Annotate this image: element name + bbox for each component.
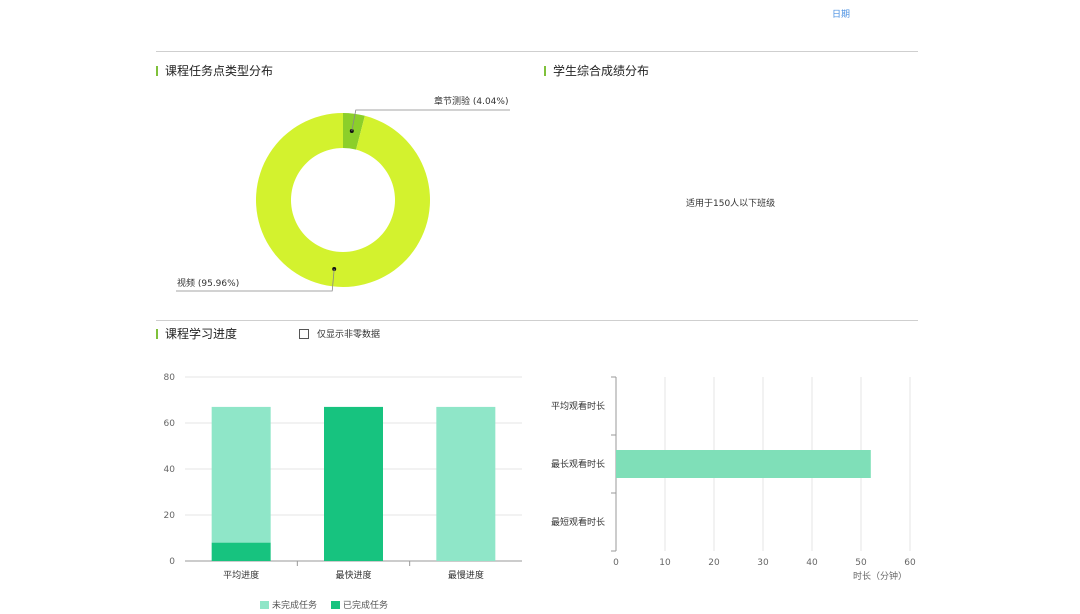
x-tick-label: 20 <box>708 558 720 568</box>
legend-label: 未完成任务 <box>272 601 318 611</box>
divider-2 <box>156 320 918 321</box>
x-tick-label: 0 <box>613 558 619 568</box>
nonzero-checkbox[interactable] <box>299 328 309 339</box>
x-tick-label: 30 <box>757 558 769 568</box>
bar-segment <box>436 406 496 561</box>
nonzero-filter[interactable]: 仅显示非零数据 <box>299 327 380 340</box>
task-type-donut-chart: 章节测验 (4.04%) 视频 (95.96%) <box>176 95 510 292</box>
y-tick-label: 80 <box>164 373 176 383</box>
section-title-text: 课程学习进度 <box>165 327 238 341</box>
section-title-text: 课程任务点类型分布 <box>165 64 274 78</box>
y-tick-label: 60 <box>164 419 176 429</box>
top-chart-xlabel: 日期 <box>832 10 851 20</box>
legend-swatch <box>260 600 269 609</box>
slice-label: 视频 (95.96%) <box>177 277 239 289</box>
x-tick-label: 最慢进度 <box>448 569 484 581</box>
y-tick-label: 0 <box>169 557 175 567</box>
x-axis-label: 时长（分钟） <box>853 570 907 582</box>
x-tick-label: 最快进度 <box>335 569 371 581</box>
grades-note: 适用于150人以下班级 <box>686 199 776 209</box>
y-tick-label: 最短观看时长 <box>551 516 605 528</box>
legend-item-complete[interactable]: 已完成任务 <box>331 598 388 611</box>
bar <box>616 450 871 478</box>
y-tick-label: 20 <box>164 511 176 521</box>
y-tick-label: 40 <box>164 465 176 475</box>
x-tick-label: 50 <box>855 558 867 568</box>
section-accent-bar <box>544 65 546 76</box>
donut-slice <box>255 113 430 287</box>
section-title-text: 学生综合成绩分布 <box>553 64 650 78</box>
bar-segment <box>324 406 383 561</box>
x-tick-label: 平均进度 <box>223 569 259 581</box>
x-tick-label: 10 <box>659 558 671 568</box>
legend-item-incomplete[interactable]: 未完成任务 <box>260 598 317 611</box>
x-tick-label: 60 <box>904 558 916 568</box>
legend-swatch <box>331 600 341 609</box>
section-title-task-type: 课程任务点类型分布 <box>156 62 273 79</box>
progress-bar-chart: 0 20 40 60 80 平均进度 最快进度 最慢进度 <box>164 373 522 581</box>
divider-1 <box>156 51 918 52</box>
watch-duration-chart: 0 10 20 30 40 50 60 平均观看时长最长观看时长最短观看时长时长（分钟） <box>551 376 916 582</box>
nonzero-checkbox-label: 仅显示非零数据 <box>317 330 381 340</box>
legend-label: 已完成任务 <box>343 601 389 611</box>
section-accent-bar <box>156 65 158 76</box>
section-title-grades: 学生综合成绩分布 <box>544 62 649 79</box>
section-accent-bar <box>156 328 158 339</box>
y-tick-label: 最长观看时长 <box>551 458 605 470</box>
bar-segment <box>211 542 271 561</box>
x-tick-label: 40 <box>806 558 818 568</box>
progress-legend: 未完成任务 已完成任务 <box>260 598 402 611</box>
bar-segment <box>211 406 271 543</box>
section-title-progress: 课程学习进度 <box>156 325 237 342</box>
y-tick-label: 平均观看时长 <box>551 400 605 412</box>
slice-label: 章节测验 (4.04%) <box>434 95 508 107</box>
